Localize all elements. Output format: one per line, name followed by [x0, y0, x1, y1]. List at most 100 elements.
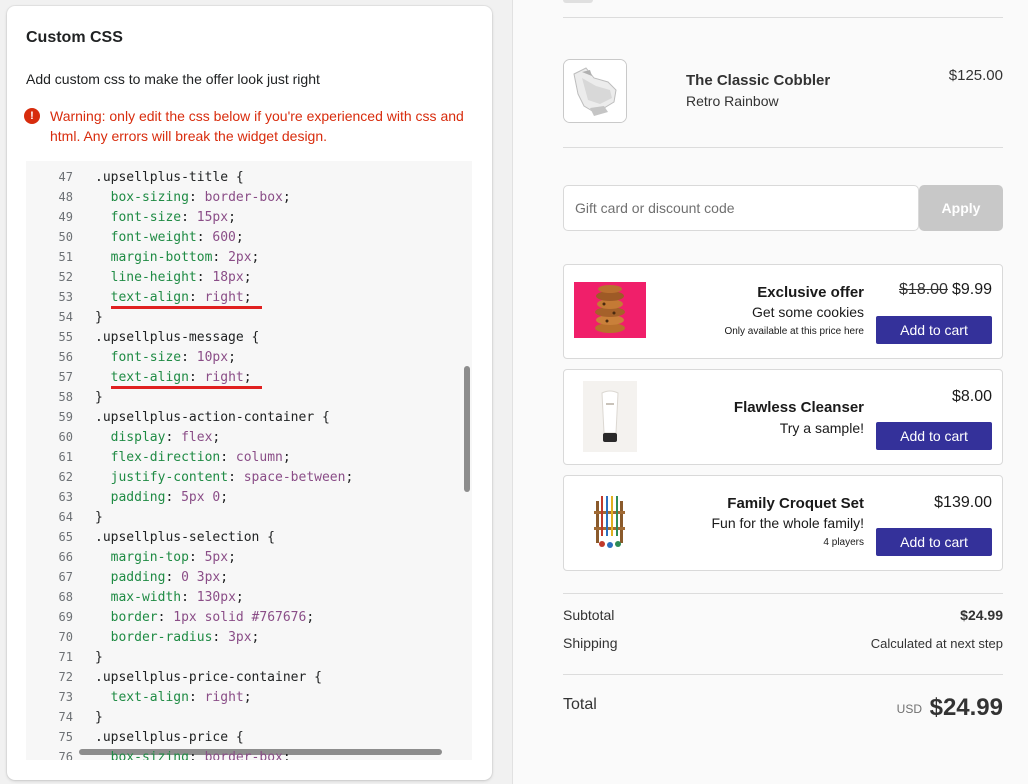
- code-line[interactable]: 69 border: 1px solid #767676;: [26, 607, 472, 627]
- cookies-image: [574, 282, 646, 338]
- discount-code-input[interactable]: Gift card or discount code: [563, 185, 919, 231]
- sale-price: $9.99: [951, 281, 992, 298]
- line-number: 48: [58, 190, 73, 204]
- offer-price: $8.00: [952, 388, 992, 406]
- line-number: 72: [58, 670, 73, 684]
- code-text: text-align: right;: [110, 690, 252, 705]
- subtotal-value: $24.99: [960, 607, 1003, 623]
- line-number: 63: [58, 490, 73, 504]
- code-text: }: [95, 650, 103, 665]
- apply-button[interactable]: Apply: [919, 185, 1003, 231]
- add-to-cart-button[interactable]: Add to cart: [876, 422, 992, 450]
- sale-price: $139.00: [934, 494, 992, 511]
- code-text: padding: 5px 0;: [110, 490, 229, 505]
- sale-price: $8.00: [951, 388, 992, 405]
- code-line[interactable]: 49 font-size: 15px;: [26, 207, 472, 227]
- code-text: margin-top: 5px;: [110, 550, 236, 565]
- line-number: 60: [58, 430, 73, 444]
- code-text: border-radius: 3px;: [110, 630, 260, 645]
- code-line[interactable]: 73 text-align: right;: [26, 687, 472, 707]
- code-line[interactable]: 60 display: flex;: [26, 427, 472, 447]
- code-line[interactable]: 62 justify-content: space-between;: [26, 467, 472, 487]
- offer-price: $139.00: [934, 494, 992, 512]
- divider: [563, 17, 1003, 18]
- code-text: .upsellplus-action-container {: [95, 410, 330, 425]
- offer-title: Exclusive offer: [757, 284, 864, 301]
- code-line[interactable]: 55 .upsellplus-message {: [26, 327, 472, 347]
- total-currency: USD: [896, 702, 922, 716]
- code-text: display: flex;: [110, 430, 221, 445]
- code-line[interactable]: 58}: [26, 387, 472, 407]
- code-line[interactable]: 72 .upsellplus-price-container {: [26, 667, 472, 687]
- code-line[interactable]: 51 margin-bottom: 2px;: [26, 247, 472, 267]
- code-line[interactable]: 64}: [26, 507, 472, 527]
- shipping-label: Shipping: [563, 635, 618, 651]
- upsell-offer-card: Exclusive offer Get some cookies Only av…: [563, 264, 1003, 359]
- code-text: flex-direction: column;: [110, 450, 291, 465]
- line-number: 68: [58, 590, 73, 604]
- code-line[interactable]: 66 margin-top: 5px;: [26, 547, 472, 567]
- code-text: justify-content: space-between;: [110, 470, 354, 485]
- total-label: Total: [563, 696, 597, 713]
- code-line[interactable]: 57 text-align: right;: [26, 367, 472, 387]
- line-number: 66: [58, 550, 73, 564]
- code-line[interactable]: 59 .upsellplus-action-container {: [26, 407, 472, 427]
- product-name: The Classic Cobbler: [686, 72, 831, 89]
- total-value: $24.99: [929, 694, 1003, 721]
- original-price: $18.00: [899, 281, 948, 298]
- code-line[interactable]: 75 .upsellplus-price {: [26, 727, 472, 747]
- code-text: .upsellplus-title {: [95, 170, 244, 185]
- code-line[interactable]: 68 max-width: 130px;: [26, 587, 472, 607]
- code-line[interactable]: 56 font-size: 10px;: [26, 347, 472, 367]
- alert-icon: !: [24, 108, 40, 124]
- code-line[interactable]: 54}: [26, 307, 472, 327]
- code-text: font-size: 10px;: [110, 350, 236, 365]
- code-line[interactable]: 74}: [26, 707, 472, 727]
- card-title: Custom CSS: [26, 29, 123, 46]
- add-to-cart-button[interactable]: Add to cart: [876, 528, 992, 556]
- line-number: 47: [58, 170, 73, 184]
- upsell-offer-card: Family Croquet Set Fun for the whole fam…: [563, 475, 1003, 571]
- line-number: 65: [58, 530, 73, 544]
- code-line[interactable]: 47 .upsellplus-title {: [26, 167, 472, 187]
- code-line[interactable]: 52 line-height: 18px;: [26, 267, 472, 287]
- checkout-summary-pane: The Classic Cobbler Retro Rainbow $125.0…: [512, 0, 1028, 784]
- product-price: $125.00: [948, 67, 1003, 84]
- line-number: 70: [58, 630, 73, 644]
- code-text: font-weight: 600;: [110, 230, 244, 245]
- code-line[interactable]: 67 padding: 0 3px;: [26, 567, 472, 587]
- code-line[interactable]: 50 font-weight: 600;: [26, 227, 472, 247]
- code-line[interactable]: 65 .upsellplus-selection {: [26, 527, 472, 547]
- line-number: 52: [58, 270, 73, 284]
- custom-css-card: Custom CSS Add custom css to make the of…: [7, 6, 492, 780]
- line-number: 62: [58, 470, 73, 484]
- warning-text: Warning: only edit the css below if you'…: [50, 108, 464, 144]
- code-line[interactable]: 70 border-radius: 3px;: [26, 627, 472, 647]
- code-line[interactable]: 76 box-sizing: border-box;: [26, 747, 472, 760]
- code-text: .upsellplus-selection {: [95, 530, 276, 545]
- code-line[interactable]: 63 padding: 5px 0;: [26, 487, 472, 507]
- product-variant: Retro Rainbow: [686, 93, 779, 109]
- settings-pane: Custom CSS Add custom css to make the of…: [0, 0, 512, 784]
- offer-title: Family Croquet Set: [727, 495, 864, 512]
- line-number: 69: [58, 610, 73, 624]
- line-number: 56: [58, 350, 73, 364]
- code-text: .upsellplus-price-container {: [95, 670, 322, 685]
- code-text: line-height: 18px;: [110, 270, 252, 285]
- code-line[interactable]: 71}: [26, 647, 472, 667]
- line-number: 53: [58, 290, 73, 304]
- line-number: 73: [58, 690, 73, 704]
- offer-message: Get some cookies: [751, 304, 864, 320]
- css-code-editor[interactable]: 47 .upsellplus-title { 48 box-sizing: bord…: [26, 161, 472, 760]
- code-line[interactable]: 48 box-sizing: border-box;: [26, 187, 472, 207]
- add-to-cart-button[interactable]: Add to cart: [876, 316, 992, 344]
- code-text: text-align: right;: [110, 370, 252, 385]
- line-number: 61: [58, 450, 73, 464]
- line-number: 54: [58, 310, 73, 324]
- code-line[interactable]: 61 flex-direction: column;: [26, 447, 472, 467]
- code-line[interactable]: 53 text-align: right;: [26, 287, 472, 307]
- offer-message: Try a sample!: [779, 420, 864, 436]
- offer-price: $18.00 $9.99: [899, 281, 992, 299]
- line-number: 59: [58, 410, 73, 424]
- line-number: 55: [58, 330, 73, 344]
